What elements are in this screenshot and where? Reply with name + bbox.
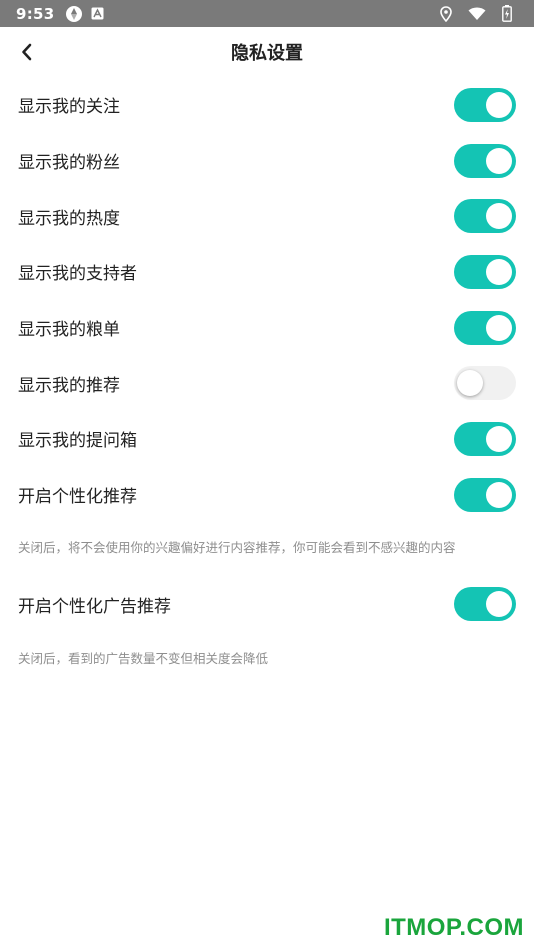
toggle-knob (486, 147, 512, 174)
toggle-show-question-box[interactable] (454, 421, 516, 456)
setting-row-personalized-ads: 开启个性化广告推荐 (0, 577, 534, 633)
setting-row-show-list: 显示我的粮单 (0, 300, 534, 356)
battery-icon (502, 5, 512, 22)
setting-label: 开启个性化推荐 (18, 487, 137, 508)
toggle-show-recommendations[interactable] (454, 366, 516, 401)
toggle-knob (486, 258, 512, 285)
toggle-knob (486, 591, 512, 618)
toggle-personalized-recommendation[interactable] (454, 477, 516, 512)
setting-label: 显示我的粉丝 (18, 153, 120, 174)
location-icon (440, 5, 452, 22)
toggle-show-supporters[interactable] (454, 254, 516, 289)
toggle-knob (486, 314, 512, 341)
setting-row-show-following: 显示我的关注 (0, 77, 534, 133)
setting-row-show-fans: 显示我的粉丝 (0, 133, 534, 189)
status-bar: 9:53 (0, 0, 534, 27)
setting-row-show-recommendations: 显示我的推荐 (0, 355, 534, 411)
toggle-show-fans[interactable] (454, 143, 516, 178)
toggle-knob (486, 425, 512, 452)
wifi-icon (468, 7, 486, 21)
toggle-show-following[interactable] (454, 87, 516, 122)
chevron-left-icon (22, 43, 32, 61)
setting-row-show-heat: 显示我的热度 (0, 188, 534, 244)
setting-row-personalized-recommendation: 开启个性化推荐 (0, 467, 534, 523)
app-notification-icon (91, 7, 104, 20)
setting-label: 显示我的粮单 (18, 320, 120, 341)
settings-list: 显示我的关注 显示我的粉丝 显示我的热度 显示我的支持者 显示我的粮单 显示我的… (0, 77, 534, 668)
page-title: 隐私设置 (231, 43, 303, 64)
site-watermark: ITMOP.COM (383, 914, 524, 941)
toggle-show-heat[interactable] (454, 199, 516, 234)
setting-label: 显示我的支持者 (18, 264, 137, 285)
personalized-ads-hint: 关闭后，看到的广告数量不变但相关度会降低 (18, 651, 269, 667)
setting-label: 显示我的推荐 (18, 375, 120, 396)
toggle-knob (486, 203, 512, 230)
toggle-knob (457, 370, 483, 397)
toggle-knob (486, 481, 512, 508)
setting-label: 显示我的提问箱 (18, 431, 137, 452)
setting-label: 开启个性化广告推荐 (18, 596, 171, 617)
toggle-show-list[interactable] (454, 310, 516, 345)
toggle-knob (486, 91, 512, 118)
setting-label: 显示我的热度 (18, 208, 120, 229)
status-time: 9:53 (16, 4, 55, 23)
toggle-personalized-ads[interactable] (454, 587, 516, 622)
back-button[interactable] (10, 35, 44, 69)
setting-label: 显示我的关注 (18, 97, 120, 118)
app-header: 隐私设置 (0, 27, 534, 77)
setting-row-show-supporters: 显示我的支持者 (0, 244, 534, 300)
sync-icon (65, 5, 83, 23)
setting-row-show-question-box: 显示我的提问箱 (0, 411, 534, 467)
personalized-recommendation-hint: 关闭后，将不会使用你的兴趣偏好进行内容推荐，你可能会看到不感兴趣的内容 (18, 539, 456, 555)
